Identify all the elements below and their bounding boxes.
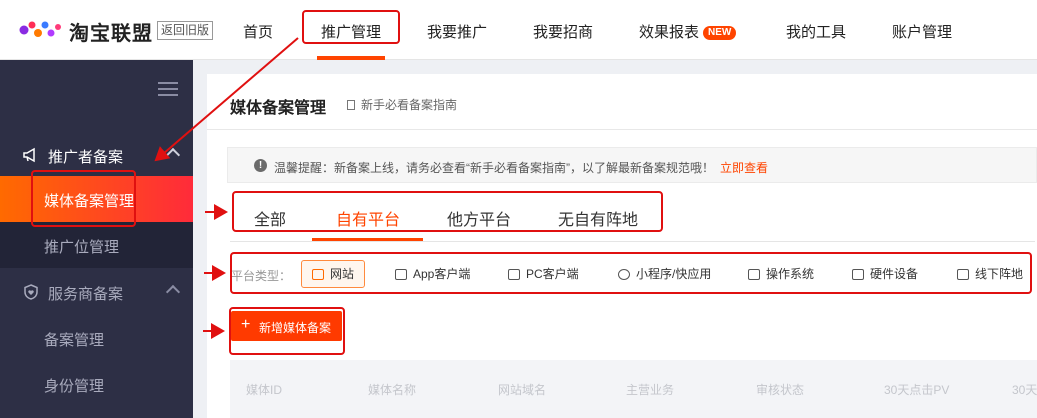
column-header-domain: 网站域名 — [498, 383, 547, 397]
guide-link-label: 新手必看备案指南 — [361, 98, 458, 112]
monitor-icon — [508, 269, 520, 280]
sidebar-group-label: 推广者备案 — [48, 149, 124, 166]
column-header-media-id: 媒体ID — [246, 383, 283, 397]
chip-label: PC客户端 — [526, 267, 579, 281]
plus-icon: + — [241, 316, 251, 333]
notice-view-now-link[interactable]: 立即查看 — [720, 161, 768, 175]
shield-heart-icon — [24, 284, 38, 300]
nav-reports-label: 效果报表 — [639, 24, 700, 41]
nav-promote[interactable]: 我要推广 — [427, 21, 487, 42]
sidebar-group-label: 服务商备案 — [48, 286, 124, 303]
tab-no-own-channel[interactable]: 无自有阵地 — [558, 206, 638, 230]
nav-my-tools[interactable]: 我的工具 — [786, 21, 846, 42]
sidebar-item-adzone-management[interactable]: 推广位管理 — [0, 222, 193, 268]
notice-message: 温馨提醒：新备案上线，请务必查看“新手必看备案指南”，以了解最新备案规范哦！ — [274, 161, 714, 175]
nav-home[interactable]: 首页 — [243, 21, 273, 42]
warning-icon: ! — [254, 159, 267, 172]
sidebar: 推广者备案 媒体备案管理 推广位管理 服务商备案 备案管理 身份管理 — [0, 60, 193, 418]
chip-label: 线下阵地 — [975, 267, 1024, 281]
platform-type-offline[interactable]: 线下阵地 — [957, 260, 1023, 288]
menu-toggle-icon[interactable] — [158, 82, 178, 96]
sidebar-item-label: 备案管理 — [44, 332, 105, 349]
tab-active-underline — [312, 238, 423, 241]
column-header-media-name: 媒体名称 — [368, 383, 417, 397]
tab-all[interactable]: 全部 — [254, 206, 286, 230]
document-icon — [347, 100, 355, 110]
notice-text: 温馨提醒：新备案上线，请务必查看“新手必看备案指南”，以了解最新备案规范哦！ 立即… — [274, 159, 768, 176]
link-icon — [618, 269, 630, 280]
tab-own-platform[interactable]: 自有平台 — [336, 206, 400, 230]
main-panel: 媒体备案管理 新手必看备案指南 ! 温馨提醒：新备案上线，请务必查看“新手必看备… — [207, 74, 1037, 418]
column-header-main-business: 主营业务 — [626, 383, 675, 397]
top-navigation-bar: 淘宝联盟 返回旧版 首页 推广管理 我要推广 我要招商 效果报表 NEW 我的工具… — [0, 0, 1037, 60]
platform-type-app[interactable]: App客户端 — [395, 260, 470, 288]
sidebar-group-provider-filing[interactable]: 服务商备案 — [0, 269, 193, 315]
platform-type-label: 平台类型： — [231, 269, 292, 283]
platform-type-hardware[interactable]: 硬件设备 — [852, 260, 918, 288]
column-header-30day-pv: 30天点击PV — [884, 383, 950, 397]
sidebar-group-promoter-filing[interactable]: 推广者备案 — [0, 132, 193, 178]
sidebar-item-identity-management[interactable]: 身份管理 — [0, 361, 193, 407]
tab-third-party-platform[interactable]: 他方平台 — [447, 206, 511, 230]
notice-banner: ! 温馨提醒：新备案上线，请务必查看“新手必看备案指南”，以了解最新备案规范哦！… — [227, 147, 1037, 183]
nav-promotion-management[interactable]: 推广管理 — [321, 21, 381, 42]
sidebar-item-label: 媒体备案管理 — [44, 193, 135, 210]
column-header-30day: 30天 — [1012, 383, 1037, 397]
platform-type-pc-client[interactable]: PC客户端 — [508, 260, 579, 288]
sidebar-item-label: 推广位管理 — [44, 239, 120, 256]
divider — [207, 129, 1037, 130]
chip-label: 小程序/快应用 — [636, 267, 712, 281]
platform-type-website[interactable]: 网站 — [301, 260, 366, 288]
brand-name: 淘宝联盟 — [69, 23, 153, 45]
os-window-icon — [748, 269, 760, 280]
nav-reports[interactable]: 效果报表 NEW — [639, 21, 737, 42]
platform-type-mini-program[interactable]: 小程序/快应用 — [618, 260, 711, 288]
add-media-filing-button[interactable]: + 新增媒体备案 — [231, 311, 342, 341]
nav-account-management[interactable]: 账户管理 — [892, 21, 952, 42]
platform-tabs: 全部 自有平台 他方平台 无自有阵地 — [230, 192, 1035, 242]
sidebar-item-media-filing[interactable]: 媒体备案管理 — [0, 176, 193, 222]
chip-label: 操作系统 — [766, 267, 815, 281]
page-title: 媒体备案管理 — [230, 100, 327, 117]
column-header-review-status: 审核状态 — [756, 383, 805, 397]
sidebar-item-filing-management[interactable]: 备案管理 — [0, 315, 193, 361]
platform-type-operating-system[interactable]: 操作系统 — [748, 260, 814, 288]
code-window-icon — [312, 269, 324, 280]
chevron-up-icon — [165, 147, 181, 163]
chip-label: 网站 — [330, 267, 355, 281]
add-button-label: 新增媒体备案 — [259, 321, 332, 335]
store-icon — [957, 269, 969, 280]
taobao-union-logo-icon[interactable] — [18, 18, 64, 42]
app-icon — [395, 269, 407, 280]
nav-active-underline — [317, 56, 385, 60]
megaphone-icon — [23, 147, 35, 163]
chip-label: App客户端 — [413, 267, 471, 281]
table-header: 媒体ID 媒体名称 网站域名 主营业务 审核状态 30天点击PV 30天 — [230, 360, 1037, 418]
sidebar-item-label: 身份管理 — [44, 378, 105, 395]
new-badge: NEW — [703, 26, 737, 40]
guide-link[interactable]: 新手必看备案指南 — [347, 96, 457, 113]
chip-icon — [852, 269, 864, 280]
chip-label: 硬件设备 — [870, 267, 919, 281]
nav-merchant-invitation[interactable]: 我要招商 — [533, 21, 593, 42]
return-old-version-button[interactable]: 返回旧版 — [157, 21, 214, 40]
chevron-up-icon — [165, 284, 181, 300]
